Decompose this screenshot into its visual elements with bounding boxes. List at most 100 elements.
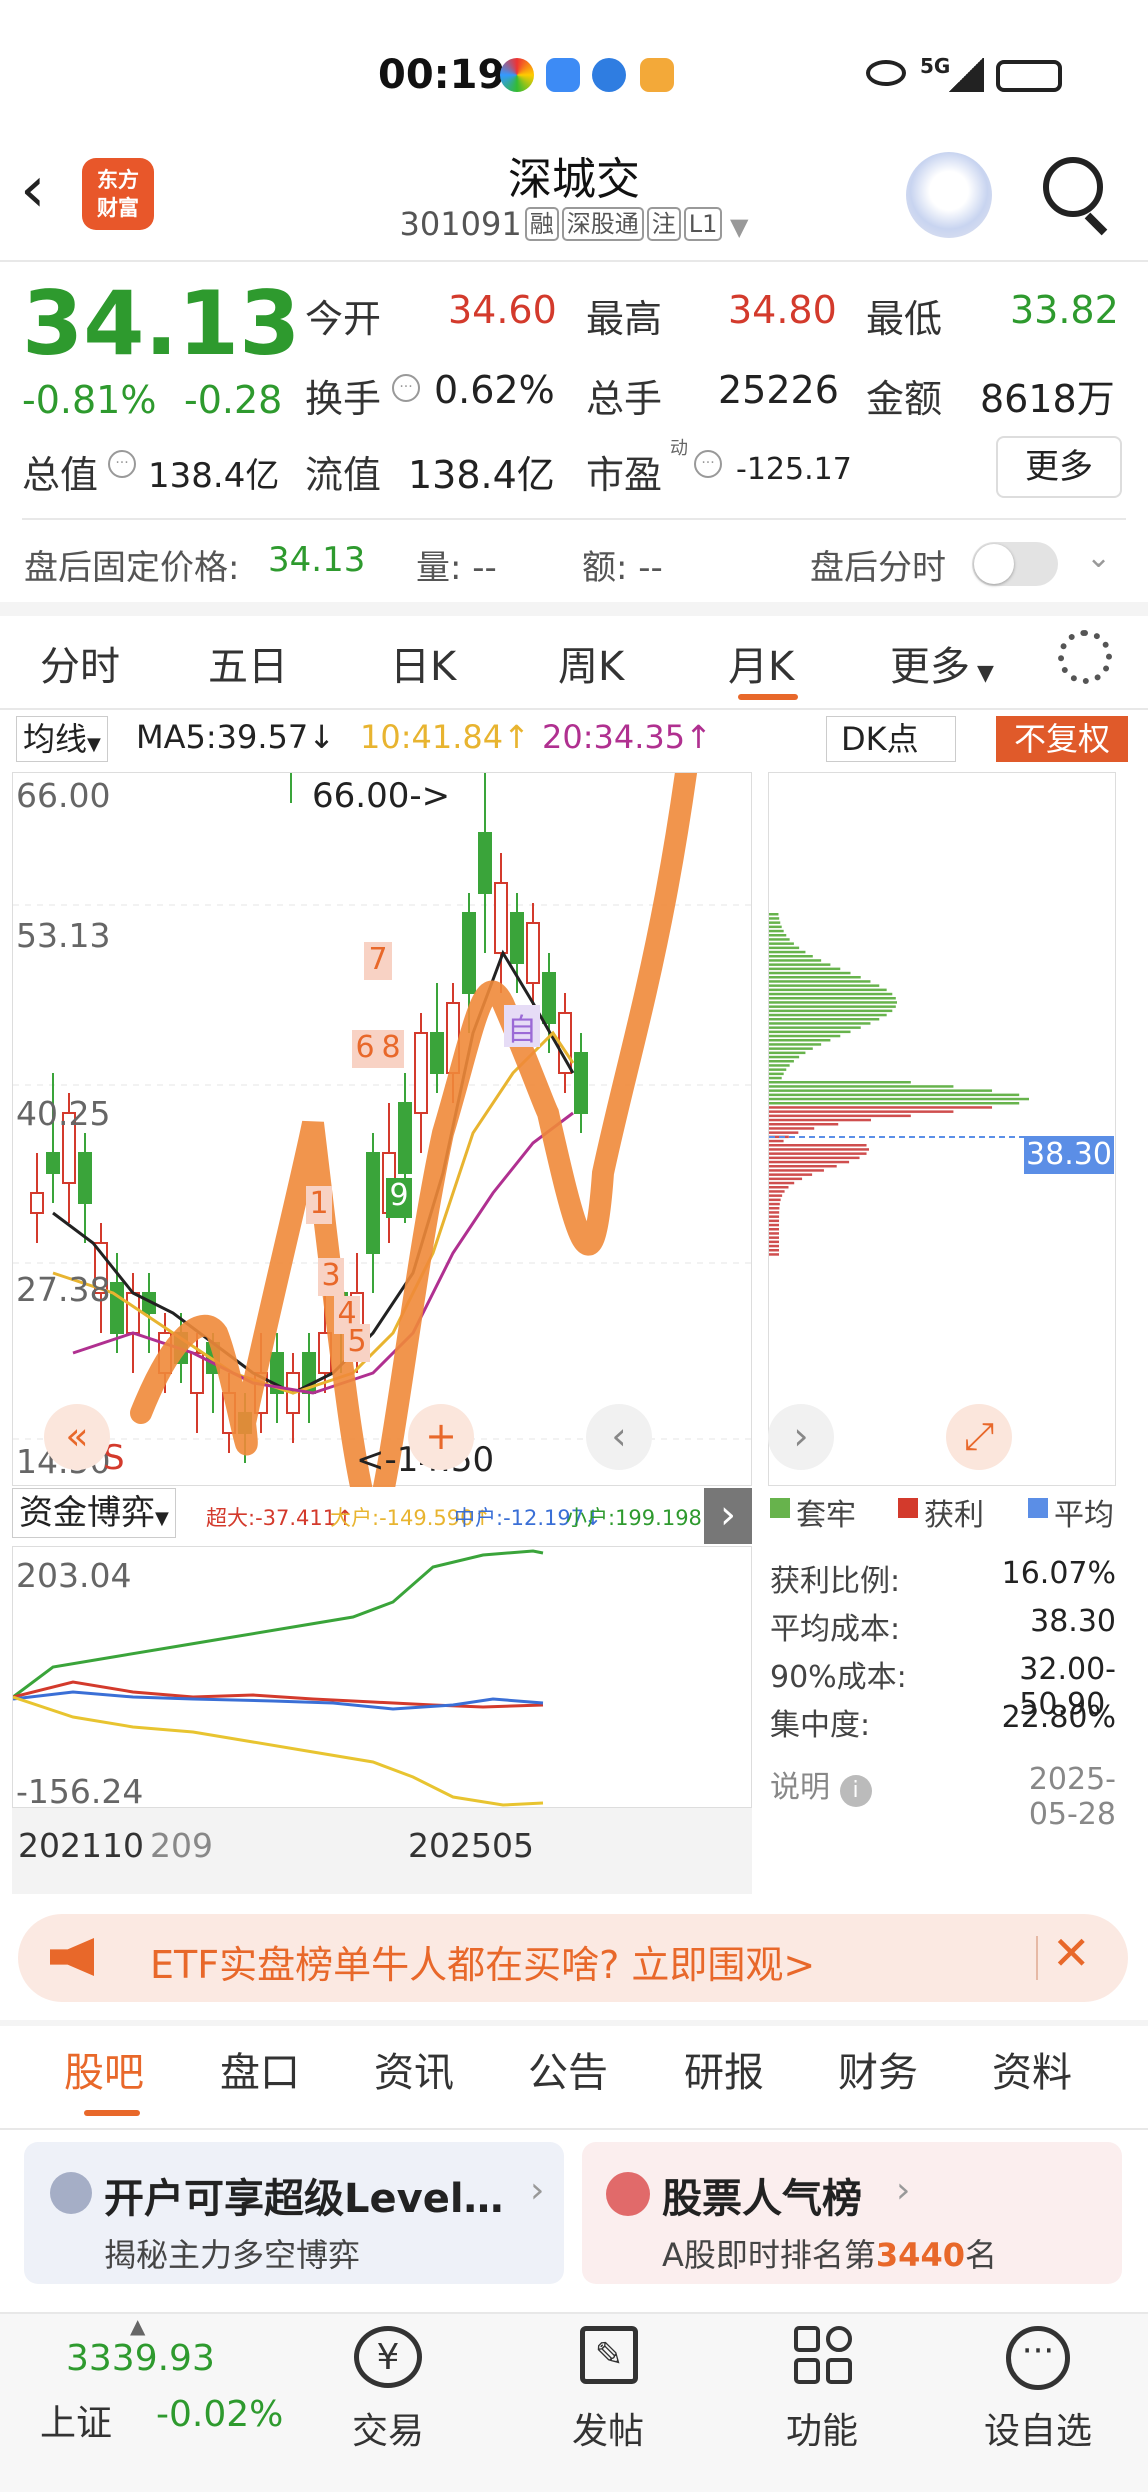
afterhours-amount: 额: -- xyxy=(582,548,663,588)
more-button[interactable]: 更多 xyxy=(996,436,1122,498)
tab-finance[interactable]: 财务 xyxy=(838,2040,918,2098)
chip-bar xyxy=(769,1022,871,1025)
chip-bar xyxy=(769,1114,911,1118)
chip-bar xyxy=(769,1064,790,1067)
tab-announcements[interactable]: 公告 xyxy=(528,2040,608,2098)
info-icon: i xyxy=(839,1775,872,1807)
tab-news[interactable]: 资讯 xyxy=(374,2040,454,2098)
double-chevron-left-icon[interactable]: « xyxy=(44,1404,110,1470)
legend-average: 平均 xyxy=(1054,1498,1114,1533)
candle xyxy=(126,1292,140,1334)
dk-mark: 8 xyxy=(378,1030,404,1068)
chevron-right-icon[interactable]: › xyxy=(768,1404,834,1470)
ma5-label: MA5:39.57↓ xyxy=(136,718,336,756)
stat-label: 集中度: xyxy=(770,1708,871,1743)
fund-select[interactable]: 资金博弈▼ xyxy=(12,1488,176,1538)
fund-y-min: -156.24 xyxy=(16,1772,144,1811)
chip-bar xyxy=(769,1249,779,1252)
candle xyxy=(478,832,492,894)
chevron-left-icon[interactable]: ‹ xyxy=(586,1404,652,1470)
candle xyxy=(510,912,524,964)
avatar[interactable] xyxy=(906,152,992,238)
yen-icon[interactable]: ¥ xyxy=(354,2326,422,2388)
legend-trapped: 套牢 xyxy=(796,1498,856,1533)
chip-bar xyxy=(769,925,782,929)
chip-bar xyxy=(769,1244,780,1248)
chip-bar xyxy=(769,1093,1020,1097)
bottom-tabs: 股吧 盘口 资讯 公告 研报 财务 资料 xyxy=(0,2040,1148,2120)
edit-icon[interactable]: ✎ xyxy=(580,2326,638,2384)
candle xyxy=(110,1282,124,1334)
chip-bar xyxy=(769,963,831,966)
low-label: 最低 xyxy=(866,297,943,341)
y-tick: 40.25 xyxy=(16,1094,111,1133)
change-amount: -0.28 xyxy=(184,378,283,422)
footer-post[interactable]: 发帖 xyxy=(528,2402,688,2454)
note-link[interactable]: 说明 i xyxy=(770,1762,872,1807)
tab-timeshare[interactable]: 分时 xyxy=(40,634,120,692)
chevron-up-icon[interactable]: ▲ xyxy=(130,2314,145,2338)
expand-icon[interactable]: ⤢ xyxy=(946,1404,1012,1470)
chip-bar xyxy=(769,913,779,916)
stat-value: 22.80% xyxy=(1001,1700,1116,1735)
active-tab-indicator xyxy=(738,694,798,700)
chip-bar xyxy=(769,1026,861,1029)
chip-bar xyxy=(769,1001,897,1004)
more-icon[interactable]: ··· xyxy=(1006,2326,1070,2390)
chip-bar xyxy=(769,1127,815,1130)
chip-bar xyxy=(769,980,871,983)
legend-swatch xyxy=(1028,1498,1048,1518)
stat-label: 平均成本: xyxy=(770,1612,901,1647)
chip-bar xyxy=(769,1009,893,1013)
chip-bar xyxy=(769,1152,867,1155)
dk-mark: 6 xyxy=(352,1030,378,1068)
close-icon[interactable]: ✕ xyxy=(1052,1926,1091,1980)
gear-icon[interactable] xyxy=(1058,630,1112,684)
index-name: 上证 xyxy=(40,2403,113,2444)
info-icon[interactable]: ··· xyxy=(694,450,722,478)
tab-five-day[interactable]: 五日 xyxy=(208,634,288,692)
tab-profile[interactable]: 资料 xyxy=(992,2040,1072,2098)
chip-bar xyxy=(769,1198,781,1202)
chip-bar xyxy=(769,1160,850,1164)
tag-margin: 融 xyxy=(524,207,559,241)
chevron-right-icon[interactable]: › xyxy=(704,1488,752,1544)
zoom-in-icon[interactable]: + xyxy=(408,1404,474,1470)
chip-bar xyxy=(769,942,794,945)
message-icon xyxy=(546,58,580,92)
stat-value: 16.07% xyxy=(1001,1556,1116,1591)
card-title: 股票人气榜 xyxy=(662,2176,862,2222)
afterhours-toggle[interactable] xyxy=(972,542,1058,586)
tab-daily-k[interactable]: 日K xyxy=(390,634,456,692)
search-icon[interactable] xyxy=(1043,157,1103,217)
dk-mark: 9 xyxy=(386,1178,412,1218)
apps-icon[interactable] xyxy=(794,2326,852,2384)
amount-label: 金额 xyxy=(866,377,943,421)
legend-profit: 获利 xyxy=(924,1498,984,1533)
tab-weekly-k[interactable]: 周K xyxy=(558,634,624,692)
banner-text[interactable]: ETF实盘榜单牛人都在买啥? 立即围观> xyxy=(150,1934,815,1989)
adjust-button[interactable]: 不复权 xyxy=(996,716,1128,762)
tab-more[interactable]: 更多 ▼ xyxy=(890,634,994,692)
chip-bar xyxy=(769,1181,795,1185)
status-time: 00:19 xyxy=(378,52,506,98)
footer-trade[interactable]: 交易 xyxy=(308,2402,468,2454)
ma20-label: 20:34.35↑ xyxy=(542,718,712,756)
dk-select[interactable]: DK点 xyxy=(826,716,956,762)
chip-bar xyxy=(769,1156,860,1160)
tab-pankou[interactable]: 盘口 xyxy=(220,2040,300,2098)
footer-add-watchlist[interactable]: 设自选 xyxy=(958,2402,1118,2454)
info-icon[interactable]: ··· xyxy=(392,374,420,402)
chip-bar xyxy=(769,1202,780,1206)
chevron-down-icon[interactable]: ⌄ xyxy=(1086,540,1111,575)
chip-bar xyxy=(769,1005,896,1008)
tab-guba[interactable]: 股吧 xyxy=(64,2040,144,2098)
chip-bar xyxy=(769,1211,780,1214)
tab-research[interactable]: 研报 xyxy=(684,2040,764,2098)
info-icon[interactable]: ··· xyxy=(108,450,136,478)
kline-chart[interactable] xyxy=(12,772,753,1487)
footer-functions[interactable]: 功能 xyxy=(742,2402,902,2454)
tab-monthly-k[interactable]: 月K xyxy=(728,634,794,692)
legend-swatch xyxy=(770,1498,790,1518)
indicator-select[interactable]: 均线▼ xyxy=(16,716,108,762)
